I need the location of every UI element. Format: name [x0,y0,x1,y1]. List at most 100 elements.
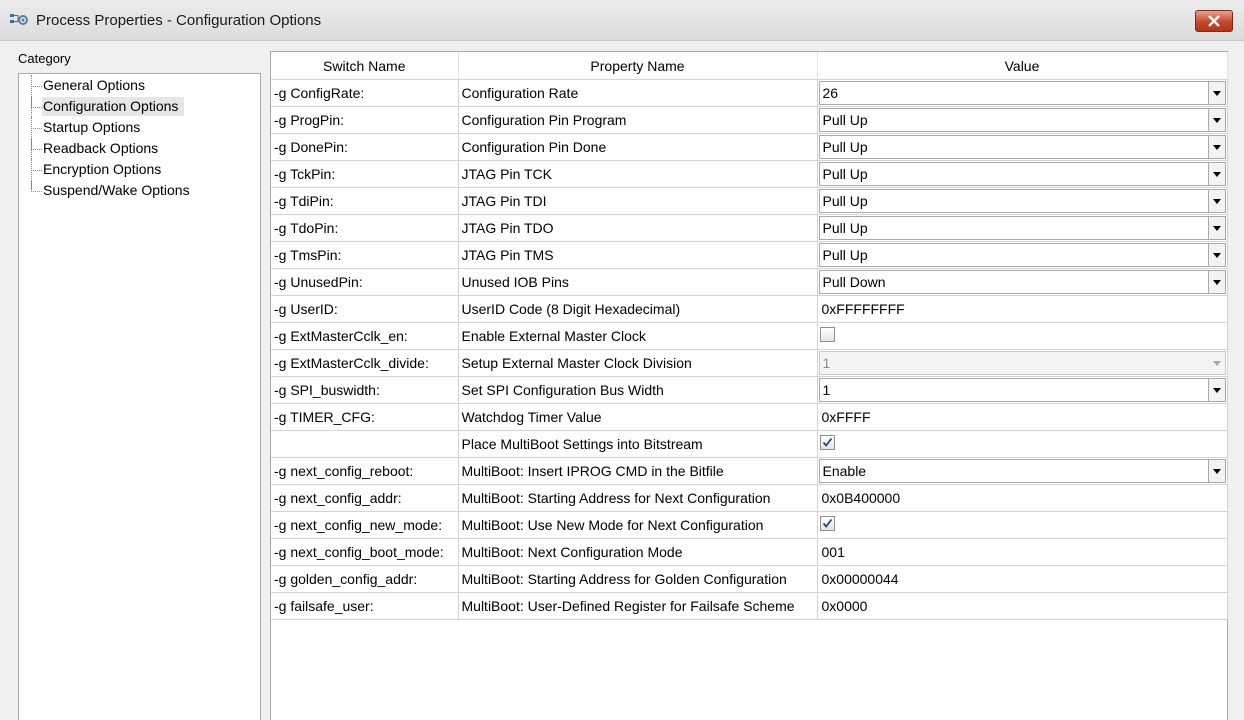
value-cell[interactable]: 0xFFFFFFFF [817,295,1228,323]
switch-name-cell: -g ExtMasterCclk_en: [271,322,459,350]
window-title: Process Properties - Configuration Optio… [36,12,322,29]
value-checkbox[interactable] [819,435,835,450]
table-row[interactable]: -g TckPin: JTAG Pin TCK Pull Up [271,160,1228,188]
value-dropdown[interactable]: Pull Up [818,243,1226,267]
value-cell[interactable]: 001 [817,538,1228,566]
value-checkbox[interactable] [819,327,835,342]
chevron-down-icon [1208,352,1225,374]
property-name-cell: Setup External Master Clock Division [458,349,818,377]
table-row[interactable]: -g DonePin: Configuration Pin Done Pull Up [271,133,1228,161]
switch-name-cell: -g TckPin: [271,160,459,188]
dropdown-value: Pull Up [822,112,868,128]
table-row[interactable]: Place MultiBoot Settings into Bitstream [271,430,1228,458]
tree-item-general-options[interactable]: General Options [19,75,259,96]
dropdown-value: Pull Up [822,247,868,263]
value-cell[interactable]: 0x0000 [817,592,1228,620]
header-value[interactable]: Value [817,52,1228,80]
value-text[interactable]: 0xFFFF [818,409,871,425]
tree-item-suspend-wake-options[interactable]: Suspend/Wake Options [19,180,259,201]
header-property-name[interactable]: Property Name [458,52,818,80]
value-text[interactable]: 001 [818,544,845,560]
dropdown-value: Pull Up [822,139,868,155]
value-cell[interactable]: Pull Up [817,133,1228,161]
chevron-down-icon[interactable] [1207,217,1225,239]
value-dropdown[interactable]: Pull Up [818,189,1226,213]
table-row[interactable]: -g golden_config_addr: MultiBoot: Startin… [271,565,1228,593]
value-cell[interactable]: 0x0B400000 [817,484,1228,512]
switch-name-cell: -g SPI_buswidth: [271,376,459,404]
value-cell[interactable]: 0xFFFF [817,403,1228,431]
value-cell[interactable]: 1 [817,349,1228,377]
table-row[interactable]: -g ExtMasterCclk_divide: Setup External M… [271,349,1228,377]
value-dropdown[interactable]: 26 [818,81,1226,105]
value-cell[interactable] [817,322,1228,350]
dropdown-value: 1 [822,382,831,398]
switch-name-cell: -g failsafe_user: [271,592,459,620]
chevron-down-icon[interactable] [1207,109,1225,131]
value-dropdown[interactable]: Pull Down [818,270,1226,294]
tree-item-configuration-options[interactable]: Configuration Options [19,96,259,117]
table-row[interactable]: -g TIMER_CFG: Watchdog Timer Value 0xFFFF [271,403,1228,431]
switch-name-cell: -g TIMER_CFG: [271,403,459,431]
table-row[interactable]: -g TmsPin: JTAG Pin TMS Pull Up [271,241,1228,269]
value-checkbox[interactable] [819,516,835,531]
value-cell[interactable]: 1 [817,376,1228,404]
value-dropdown[interactable]: 1 [818,378,1226,402]
table-row[interactable]: -g next_config_addr: MultiBoot: Starting … [271,484,1228,512]
chevron-down-icon[interactable] [1207,190,1225,212]
value-cell[interactable]: Enable [817,457,1228,485]
close-button[interactable] [1195,10,1233,32]
tree-item-startup-options[interactable]: Startup Options [19,117,259,138]
table-row[interactable]: -g TdiPin: JTAG Pin TDI Pull Up [271,187,1228,215]
properties-grid: Switch Name Property Name Value -g Confi… [270,51,1228,720]
value-cell[interactable] [817,430,1228,458]
value-dropdown[interactable]: Pull Up [818,108,1226,132]
table-row[interactable]: -g next_config_new_mode: MultiBoot: Use N… [271,511,1228,539]
dropdown-value: Pull Up [822,220,868,236]
chevron-down-icon[interactable] [1207,163,1225,185]
property-name-cell: MultiBoot: Starting Address for Next Con… [458,484,818,512]
table-row[interactable]: -g UnusedPin: Unused IOB Pins Pull Down [271,268,1228,296]
switch-name-cell: -g TdiPin: [271,187,459,215]
value-cell[interactable]: 26 [817,79,1228,107]
value-text[interactable]: 0x00000044 [818,571,899,587]
table-row[interactable]: -g failsafe_user: MultiBoot: User-Defined… [271,592,1228,620]
chevron-down-icon[interactable] [1207,136,1225,158]
table-row[interactable]: -g ConfigRate: Configuration Rate 26 [271,79,1228,107]
table-row[interactable]: -g TdoPin: JTAG Pin TDO Pull Up [271,214,1228,242]
chevron-down-icon[interactable] [1207,244,1225,266]
value-cell[interactable]: Pull Up [817,106,1228,134]
value-cell[interactable]: Pull Up [817,214,1228,242]
chevron-down-icon[interactable] [1207,460,1225,482]
property-name-cell: Configuration Rate [458,79,818,107]
tree-item-encryption-options[interactable]: Encryption Options [19,159,259,180]
table-row[interactable]: -g ProgPin: Configuration Pin Program Pull… [271,106,1228,134]
category-tree[interactable]: General Options Configuration Options St… [18,73,261,720]
header-switch-name[interactable]: Switch Name [271,52,459,80]
value-cell[interactable]: Pull Up [817,160,1228,188]
property-name-cell: Place MultiBoot Settings into Bitstream [458,430,818,458]
value-dropdown[interactable]: Pull Up [818,162,1226,186]
chevron-down-icon[interactable] [1207,82,1225,104]
value-text[interactable]: 0xFFFFFFFF [818,301,905,317]
value-dropdown[interactable]: Enable [818,459,1226,483]
table-row[interactable]: -g ExtMasterCclk_en: Enable External Mast… [271,322,1228,350]
value-cell[interactable]: Pull Down [817,268,1228,296]
value-cell[interactable]: Pull Up [817,241,1228,269]
table-row[interactable]: -g SPI_buswidth: Set SPI Configuration Bu… [271,376,1228,404]
value-text[interactable]: 0x0B400000 [818,490,901,506]
value-dropdown[interactable]: Pull Up [818,216,1226,240]
value-cell[interactable] [817,511,1228,539]
checkmark-icon [822,518,832,528]
value-cell[interactable]: Pull Up [817,187,1228,215]
chevron-down-icon[interactable] [1207,271,1225,293]
table-row[interactable]: -g UserID: UserID Code (8 Digit Hexadecim… [271,295,1228,323]
value-cell[interactable]: 0x00000044 [817,565,1228,593]
value-text[interactable]: 0x0000 [818,598,868,614]
table-row[interactable]: -g next_config_reboot: MultiBoot: Insert … [271,457,1228,485]
tree-item-readback-options[interactable]: Readback Options [19,138,259,159]
chevron-down-icon[interactable] [1207,379,1225,401]
table-row[interactable]: -g next_config_boot_mode: MultiBoot: Next… [271,538,1228,566]
property-name-cell: JTAG Pin TDI [458,187,818,215]
value-dropdown[interactable]: Pull Up [818,135,1226,159]
